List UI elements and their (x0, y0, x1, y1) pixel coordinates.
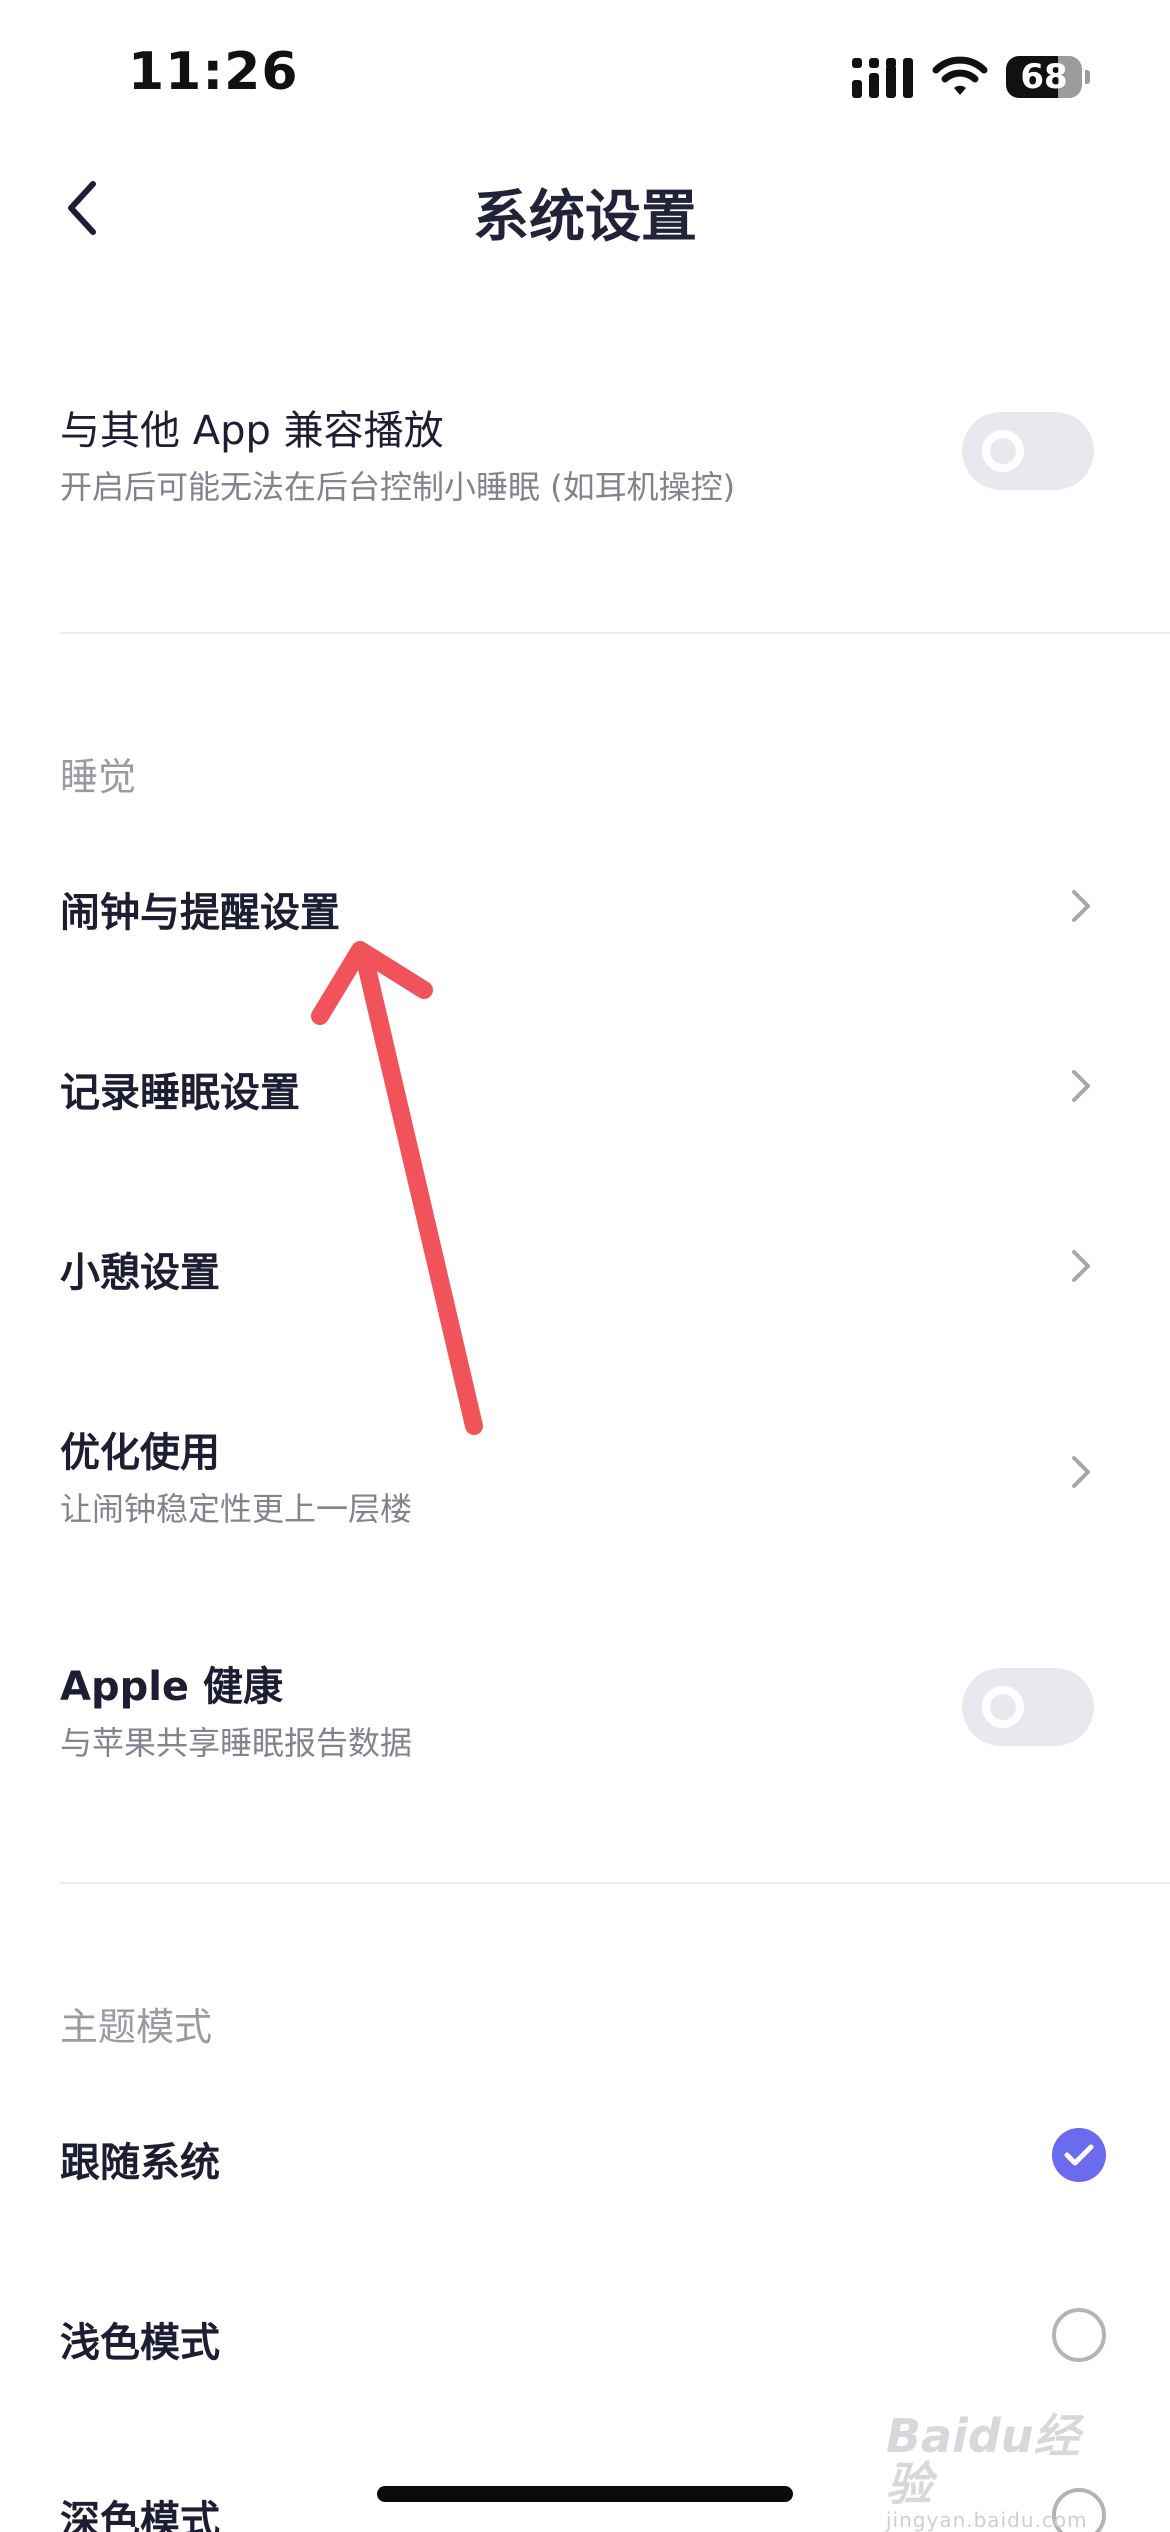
chevron-right-icon (1072, 1456, 1090, 1488)
sleep-record-settings-label: 记录睡眠设置 (60, 1070, 300, 1116)
status-time: 11:26 (128, 42, 299, 102)
chevron-right-icon (1072, 1250, 1090, 1282)
battery-icon: 68 (1006, 52, 1090, 102)
checkmark-icon (1064, 2144, 1094, 2166)
compat-playback-title: 与其他 App 兼容播放 (60, 408, 444, 454)
chevron-right-icon (1072, 890, 1090, 922)
chevron-right-icon (1072, 1070, 1090, 1102)
radio-unchecked[interactable] (1052, 2308, 1106, 2362)
toggle-knob (982, 430, 1024, 472)
apple-health-subtitle: 与苹果共享睡眠报告数据 (60, 1724, 413, 1762)
alarm-reminder-settings-label: 闹钟与提醒设置 (60, 890, 340, 936)
battery-level: 68 (1020, 57, 1068, 97)
optimize-usage-label: 优化使用 (60, 1430, 220, 1476)
divider (60, 1882, 1170, 1884)
baidu-watermark: Baidu经验 jingyan.baidu.com (886, 2412, 1116, 2532)
cellular-signal-icon (852, 58, 913, 98)
compat-playback-toggle[interactable] (962, 412, 1094, 490)
nap-settings-label: 小憩设置 (60, 1250, 220, 1296)
apple-health-title: Apple 健康 (60, 1664, 283, 1710)
watermark-brand: Baidu经验 (886, 2409, 1080, 2511)
page-title: 系统设置 (473, 185, 697, 250)
home-indicator[interactable] (377, 2486, 793, 2502)
apple-health-toggle[interactable] (962, 1668, 1094, 1746)
compat-playback-subtitle: 开启后可能无法在后台控制小睡眠 (如耳机操控) (60, 468, 736, 506)
section-title-sleep: 睡觉 (60, 755, 137, 799)
toggle-knob (982, 1686, 1024, 1728)
theme-option-label: 深色模式 (60, 2498, 220, 2532)
radio-checked[interactable] (1052, 2128, 1106, 2182)
divider (60, 632, 1170, 634)
wifi-icon (932, 56, 988, 95)
section-title-theme: 主题模式 (60, 2005, 213, 2049)
watermark-url: jingyan.baidu.com (886, 2508, 1088, 2532)
theme-option-label: 跟随系统 (60, 2140, 220, 2186)
optimize-usage-subtitle: 让闹钟稳定性更上一层楼 (60, 1490, 413, 1528)
theme-option-label: 浅色模式 (60, 2320, 220, 2366)
